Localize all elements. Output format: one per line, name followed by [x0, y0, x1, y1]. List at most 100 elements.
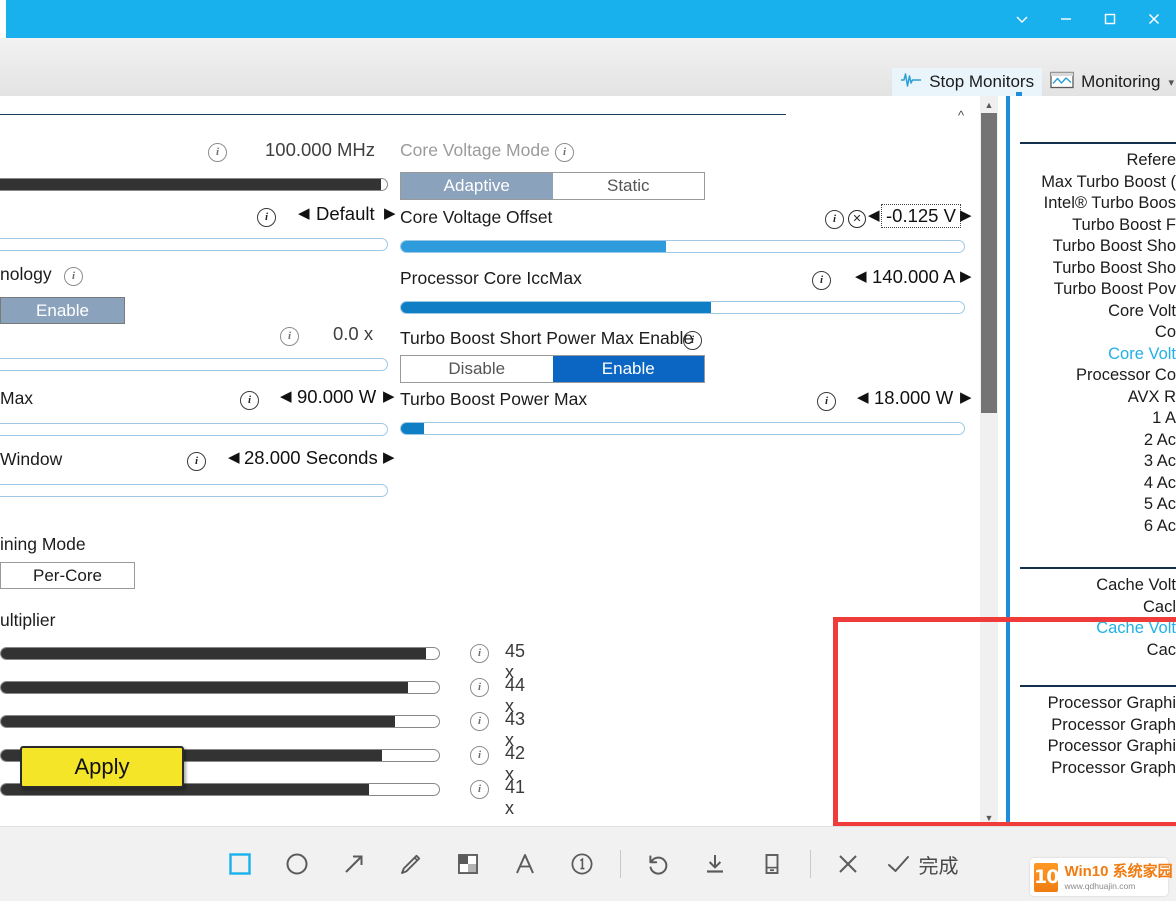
list-item[interactable]: Turbo Boost Pov [1016, 279, 1176, 301]
increment-arrow-icon[interactable]: ▶ [384, 206, 396, 221]
done-button[interactable]: 完成 [919, 850, 965, 879]
tbspm-toggle[interactable]: Disable Enable [400, 355, 705, 383]
iccmax-slider[interactable] [400, 301, 965, 314]
pin-icon[interactable] [744, 836, 801, 892]
core-voltage-mode-static[interactable]: Static [553, 173, 705, 199]
reference-clock-value: 100.000 MHz [265, 139, 376, 160]
info-icon[interactable]: i [470, 712, 489, 731]
pen-tool-icon[interactable] [383, 836, 440, 892]
toolbar-overflow-caret-icon[interactable]: ▾ [1168, 68, 1176, 96]
list-item[interactable]: 3 Ac [1016, 451, 1176, 473]
arrow-tool-icon[interactable] [326, 836, 383, 892]
monitoring-button[interactable]: Monitoring [1042, 68, 1168, 96]
list-item[interactable]: Refere [1016, 150, 1176, 172]
ellipse-tool-icon[interactable] [269, 836, 326, 892]
info-icon[interactable]: i [812, 271, 831, 290]
info-icon[interactable]: i [470, 780, 489, 799]
mosaic-tool-icon[interactable] [440, 836, 497, 892]
info-icon[interactable]: i [470, 746, 489, 765]
list-item[interactable]: 6 Ac [1016, 516, 1176, 538]
info-icon[interactable]: i [280, 327, 299, 346]
info-icon[interactable]: i [825, 210, 844, 229]
core-voltage-mode-toggle[interactable]: Adaptive Static [400, 172, 705, 200]
multiplier-slider[interactable] [0, 715, 440, 728]
core-voltage-mode-adaptive[interactable]: Adaptive [401, 173, 553, 199]
text-tool-icon[interactable] [497, 836, 554, 892]
info-icon[interactable]: i [208, 143, 227, 162]
confirm-check-icon[interactable] [877, 836, 919, 892]
annotation-rectangle[interactable] [833, 617, 1176, 827]
decrement-arrow-icon[interactable]: ◀ [228, 450, 240, 465]
multiplier-slider[interactable] [0, 647, 440, 660]
tbspm-enable[interactable]: Enable [552, 356, 704, 382]
decrement-arrow-icon[interactable]: ◀ [857, 390, 869, 405]
list-item[interactable]: AVX R [1016, 387, 1176, 409]
increment-arrow-icon[interactable]: ▶ [383, 389, 395, 404]
info-icon[interactable]: i [257, 208, 276, 227]
multiplier-slider[interactable] [0, 681, 440, 694]
list-item[interactable]: Cache Volt [1016, 575, 1176, 597]
ratio-slider[interactable] [0, 358, 388, 371]
info-icon[interactable]: i [470, 644, 489, 663]
decrement-arrow-icon[interactable]: ◀ [868, 208, 880, 223]
turbo-boost-power-max-slider[interactable] [400, 422, 965, 435]
info-icon[interactable]: i [64, 267, 83, 286]
maximize-icon[interactable] [1088, 0, 1132, 38]
sidebar-group-processor: Refere Max Turbo Boost ( Intel® Turbo Bo… [1016, 150, 1176, 537]
increment-arrow-icon[interactable]: ▶ [960, 390, 972, 405]
list-item[interactable]: Turbo Boost F [1016, 215, 1176, 237]
turbo-boost-power-max-label: Turbo Boost Power Max [400, 389, 588, 409]
collapse-chevron-icon[interactable]: ^ [958, 108, 964, 123]
list-item[interactable]: 1 A [1016, 408, 1176, 430]
list-item[interactable]: Turbo Boost Sho [1016, 258, 1176, 280]
tbspm-disable[interactable]: Disable [401, 356, 553, 382]
list-item[interactable]: Max Turbo Boost ( [1016, 172, 1176, 194]
decrement-arrow-icon[interactable]: ◀ [280, 389, 292, 404]
reference-clock-slider[interactable] [0, 178, 388, 191]
number-tool-icon[interactable] [554, 836, 611, 892]
per-core-button[interactable]: Per-Core [0, 562, 135, 589]
increment-arrow-icon[interactable]: ▶ [960, 269, 972, 284]
decrement-arrow-icon[interactable]: ◀ [855, 269, 867, 284]
sidebar-divider [1020, 567, 1176, 569]
increment-arrow-icon[interactable]: ▶ [960, 208, 972, 223]
list-item[interactable]: 4 Ac [1016, 473, 1176, 495]
list-item[interactable]: Cacl [1016, 597, 1176, 619]
list-item[interactable]: 2 Ac [1016, 430, 1176, 452]
list-item[interactable]: Co [1016, 322, 1176, 344]
chevron-down-icon[interactable] [1000, 0, 1044, 38]
list-item[interactable]: 5 Ac [1016, 494, 1176, 516]
scroll-up-arrow-icon[interactable]: ▲ [980, 96, 998, 113]
power-max-slider[interactable] [0, 423, 388, 436]
list-item[interactable]: Intel® Turbo Boos [1016, 193, 1176, 215]
apply-button[interactable]: Apply [20, 746, 184, 788]
core-voltage-offset-slider[interactable] [400, 240, 965, 253]
list-item-active[interactable]: Core Volt [1016, 344, 1176, 366]
increment-arrow-icon[interactable]: ▶ [383, 450, 395, 465]
download-icon[interactable] [687, 836, 744, 892]
list-item[interactable]: Processor Co [1016, 365, 1176, 387]
info-icon[interactable]: i [817, 392, 836, 411]
sidebar-divider [1020, 142, 1176, 144]
title-bar-left-edge [0, 0, 6, 38]
decrement-arrow-icon[interactable]: ◀ [298, 206, 310, 221]
minimize-icon[interactable] [1044, 0, 1088, 38]
rectangle-tool-icon[interactable] [212, 836, 269, 892]
list-item[interactable]: Core Volt [1016, 301, 1176, 323]
monitoring-label: Monitoring [1081, 72, 1161, 91]
list-item[interactable]: Turbo Boost Sho [1016, 236, 1176, 258]
undo-icon[interactable] [630, 836, 687, 892]
info-icon[interactable]: i [683, 331, 702, 350]
info-icon[interactable]: i [187, 452, 206, 471]
power-window-slider[interactable] [0, 484, 388, 497]
cancel-icon[interactable] [820, 836, 877, 892]
core-voltage-offset-input[interactable]: -0.125 V [881, 204, 961, 228]
info-icon[interactable]: i [555, 143, 574, 162]
reset-icon[interactable]: ✕ [848, 210, 866, 228]
scrollbar-thumb[interactable] [981, 113, 997, 413]
close-icon[interactable] [1132, 0, 1176, 38]
default-ratio-slider[interactable] [0, 238, 388, 251]
info-icon[interactable]: i [470, 678, 489, 697]
enable-button[interactable]: Enable [0, 297, 125, 324]
info-icon[interactable]: i [240, 391, 259, 410]
